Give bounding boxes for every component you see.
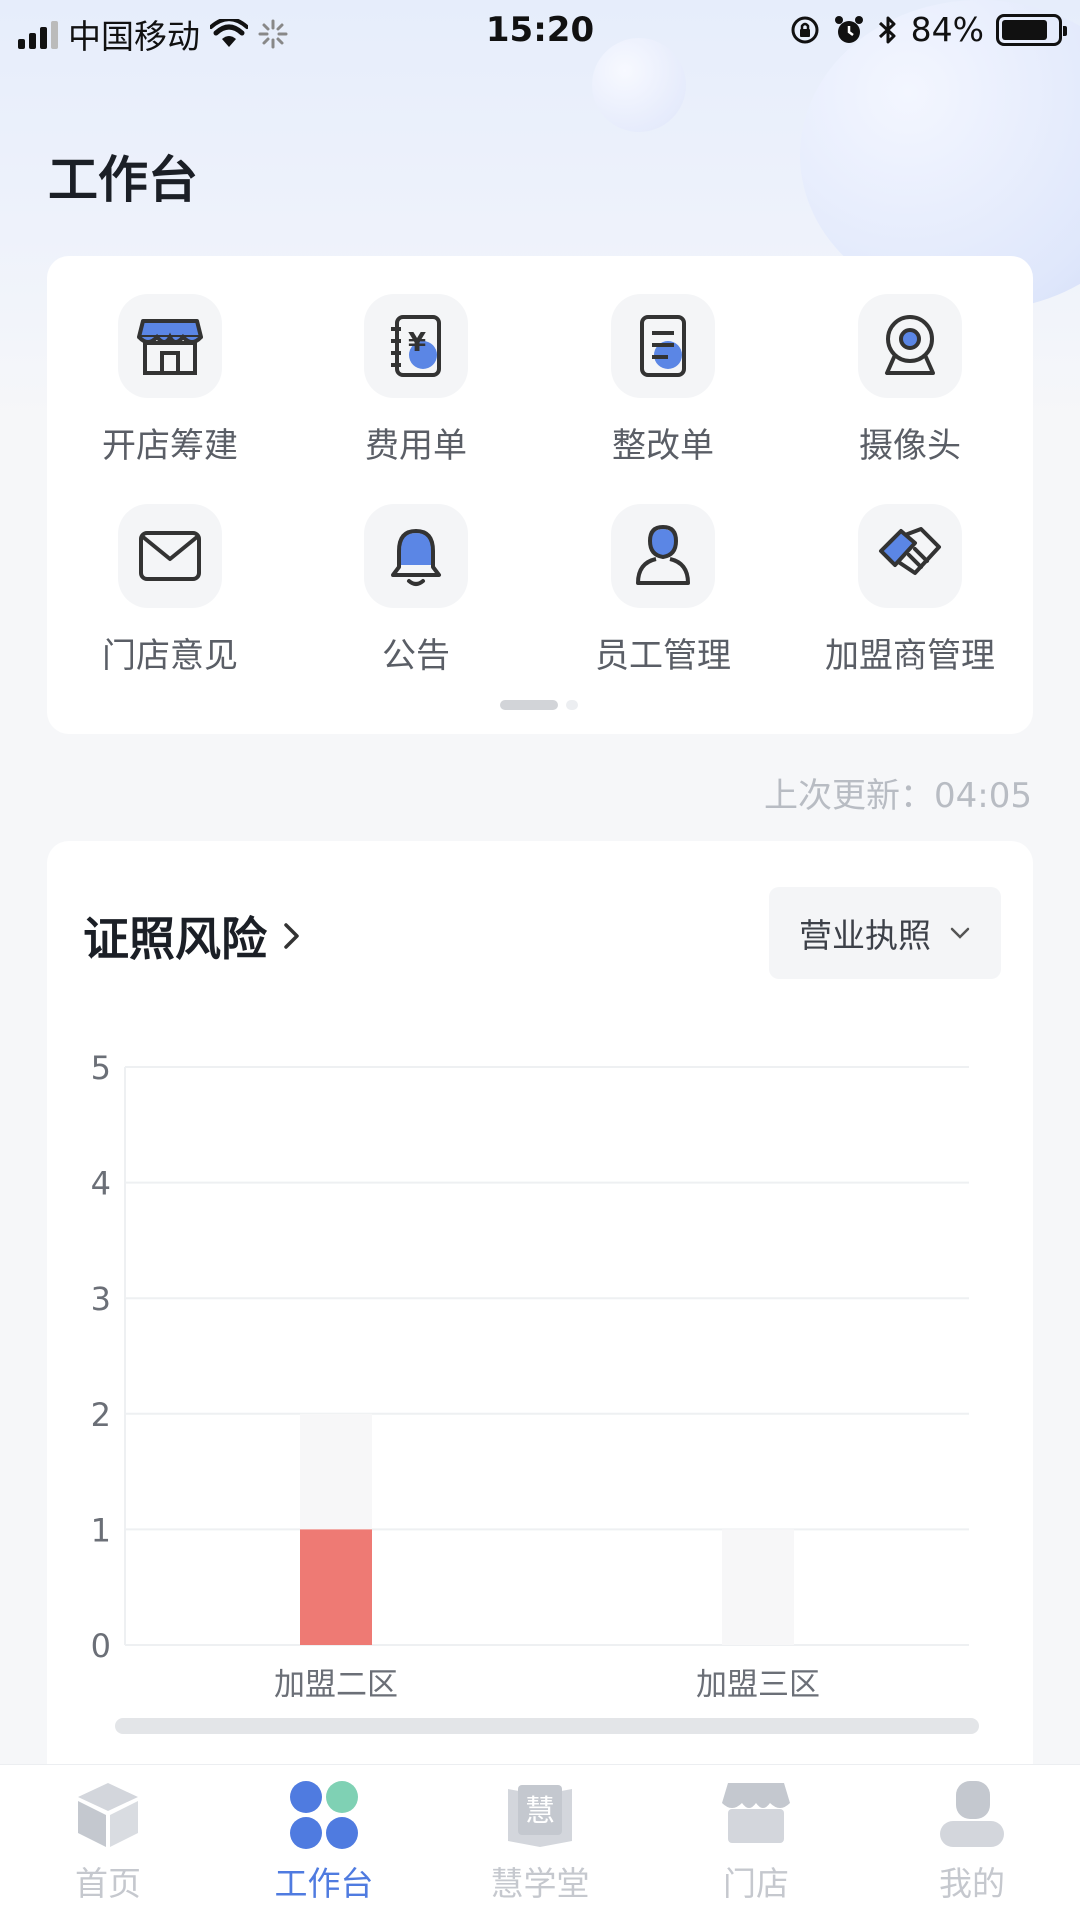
tab-mine[interactable]: 我的: [864, 1779, 1080, 1919]
app-camera[interactable]: 摄像头: [787, 294, 1033, 494]
handshake-icon: [879, 527, 941, 575]
app-staff-management[interactable]: 员工管理: [540, 504, 786, 704]
page-dot-active: [500, 700, 558, 710]
app-rectification[interactable]: 整改单: [540, 294, 786, 494]
x-tick-label: 加盟三区: [696, 1667, 820, 1703]
battery-icon: [996, 13, 1067, 46]
mail-icon: [139, 531, 201, 581]
y-tick-label: 2: [91, 1396, 111, 1434]
app-franchisee-management[interactable]: 加盟商管理: [787, 504, 1033, 704]
svg-text:¥: ¥: [408, 328, 426, 358]
y-tick-label: 5: [91, 1049, 111, 1087]
expense-ledger-icon: ¥: [391, 315, 441, 377]
app-label: 摄像头: [859, 426, 961, 466]
status-bar: 中国移动 15:20 84%: [0, 0, 1080, 60]
y-tick-label: 1: [91, 1511, 111, 1549]
app-label: 费用单: [365, 426, 467, 466]
alarm-icon: [834, 15, 863, 43]
tab-label: 首页: [75, 1864, 141, 1903]
battery-percent: 84%: [910, 10, 984, 49]
y-tick-label: 3: [91, 1280, 111, 1318]
bluetooth-icon: [878, 16, 896, 43]
y-tick-label: 4: [91, 1165, 111, 1203]
bar: [722, 1529, 794, 1645]
tab-label: 门店: [723, 1864, 789, 1903]
profile-icon: [940, 1781, 1004, 1847]
book-glyph: 慧: [525, 1794, 555, 1829]
app-store-feedback[interactable]: 门店意见: [47, 504, 293, 704]
camera-icon: [885, 315, 935, 375]
tab-workbench[interactable]: 工作台: [216, 1779, 432, 1919]
page-title: 工作台: [48, 151, 198, 209]
app-label: 员工管理: [595, 636, 731, 676]
app-label: 整改单: [612, 426, 714, 466]
app-expense[interactable]: ¥ 费用单: [293, 294, 539, 494]
clover-icon: [290, 1781, 358, 1849]
y-tick-label: 0: [91, 1627, 111, 1665]
storefront-icon: [137, 319, 203, 375]
bar: [300, 1529, 372, 1645]
app-label: 开店筹建: [102, 426, 238, 466]
apps-card: 开店筹建 ¥ 费用单 整改单 摄像头 门店意见 公告 员工管理 加盟商管理: [47, 256, 1033, 734]
app-announcement[interactable]: 公告: [293, 504, 539, 704]
person-icon: [636, 524, 690, 585]
store-icon: [722, 1783, 790, 1843]
app-label: 加盟商管理: [825, 636, 995, 676]
book-icon: 慧: [508, 1785, 572, 1847]
tab-home[interactable]: 首页: [0, 1779, 216, 1919]
x-tick-label: 加盟二区: [274, 1667, 398, 1703]
tab-label: 慧学堂: [490, 1864, 590, 1903]
tab-label: 我的: [939, 1864, 1005, 1903]
tab-academy[interactable]: 慧 慧学堂: [432, 1779, 648, 1919]
bottom-tab-bar: 首页 工作台 慧 慧学堂 门店 我的: [0, 1764, 1080, 1920]
page-dot: [566, 700, 578, 710]
tab-label: 工作台: [274, 1864, 374, 1903]
bell-icon: [391, 529, 441, 586]
app-label: 公告: [382, 636, 450, 676]
app-label: 门店意见: [102, 636, 238, 676]
chart-horizontal-scrollbar[interactable]: [115, 1718, 979, 1734]
last-update-text: 上次更新：04:05: [764, 776, 1032, 816]
license-risk-card: 证照风险 营业执照 0 1 2 3 4 5 加盟二区 加盟三区: [47, 841, 1033, 1920]
license-risk-chart: 0 1 2 3 4 5 加盟二区 加盟三区: [91, 1049, 969, 1703]
rectification-doc-icon: [640, 315, 686, 377]
page-indicator: [500, 700, 578, 710]
status-right: 84%: [789, 10, 1067, 49]
app-store-setup[interactable]: 开店筹建: [47, 294, 293, 494]
cube-icon: [78, 1783, 138, 1847]
rotation-lock-icon: [791, 16, 819, 43]
tab-store[interactable]: 门店: [648, 1779, 864, 1919]
